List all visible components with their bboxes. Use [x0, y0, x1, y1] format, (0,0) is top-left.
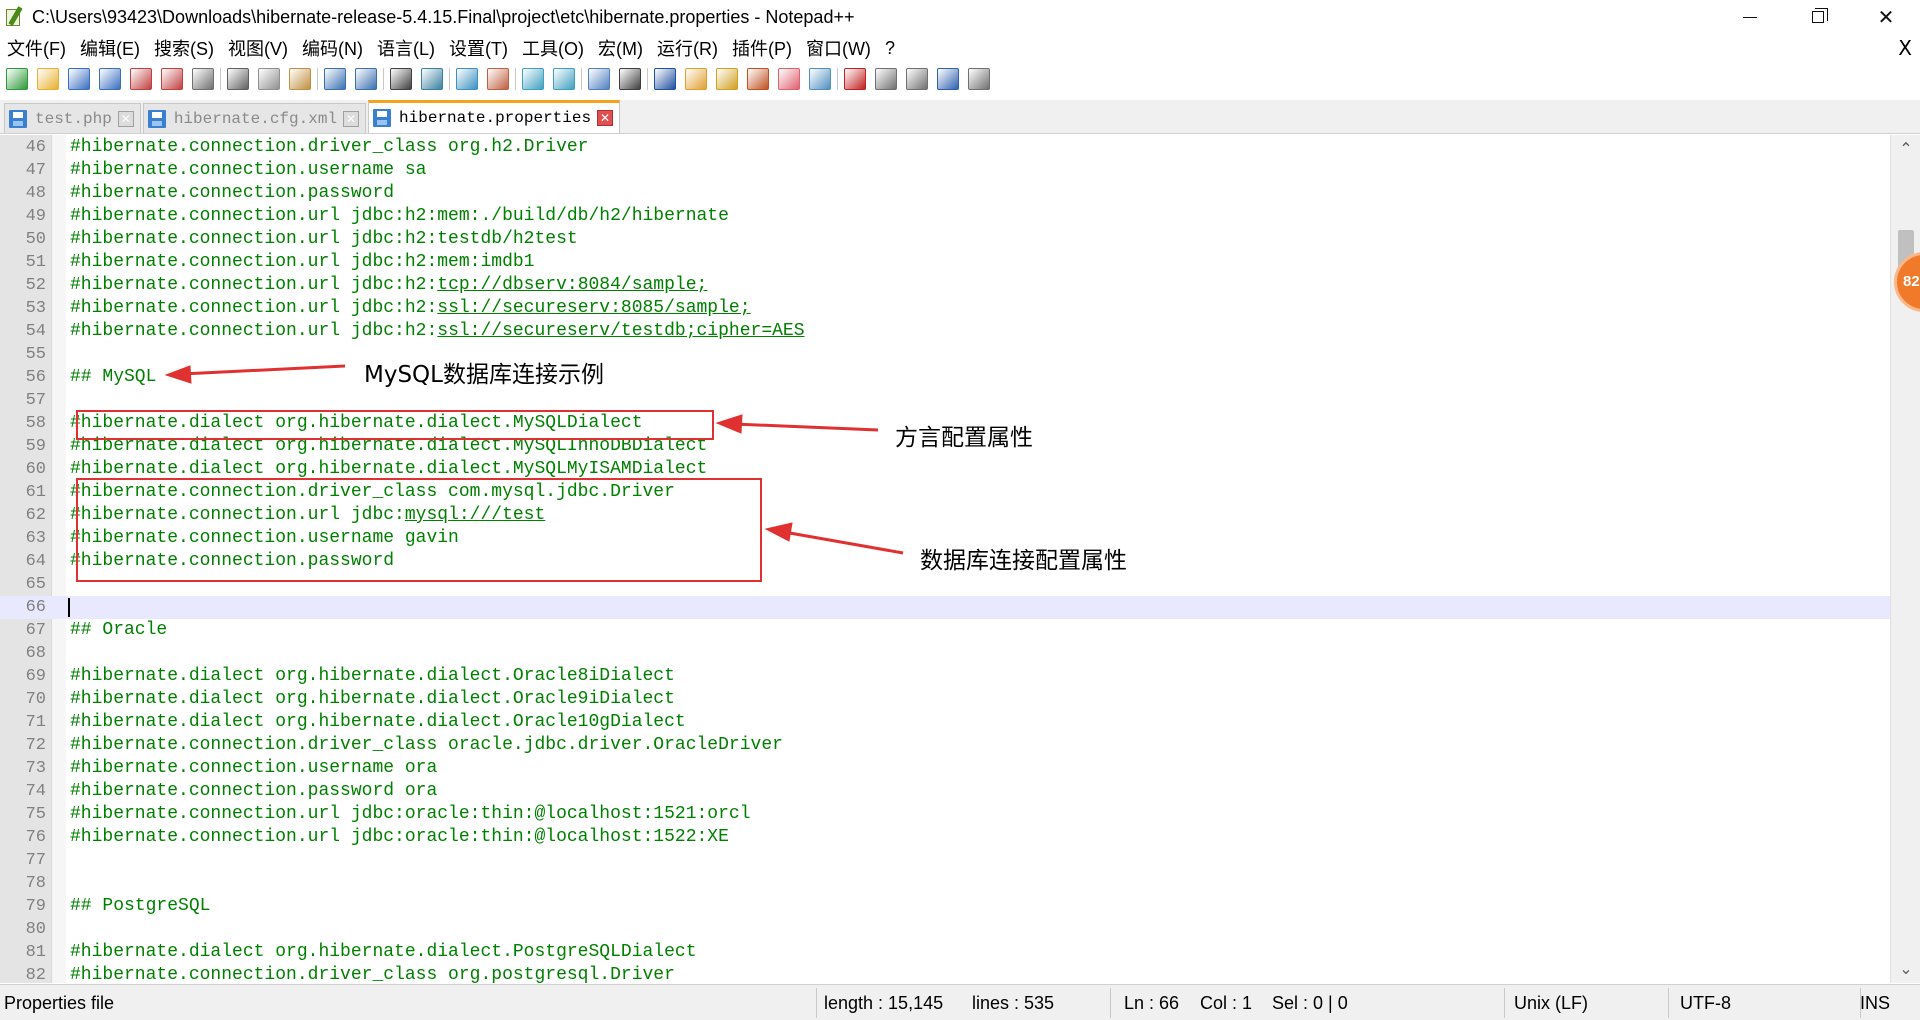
mysql-arrowhead [164, 365, 192, 384]
status-bar: Properties file length : 15,145 lines : … [0, 984, 1920, 1020]
mysql-annotation: MySQL数据库连接示例 [364, 362, 604, 388]
annotation-arrows [164, 364, 904, 555]
connection-arrow [783, 530, 904, 555]
status-insert-mode: INS [1860, 993, 1891, 1013]
status-file-type: Properties file [4, 993, 115, 1013]
dialect-annotation: 方言配置属性 [895, 425, 1033, 451]
status-lines: lines : 535 [972, 993, 1055, 1013]
mysql-arrow [181, 364, 346, 376]
dialect-arrowhead [715, 414, 743, 434]
status-length: length : 15,145 [824, 993, 944, 1013]
dialect-arrow [733, 422, 879, 432]
status-ln: Ln : 66 [1124, 993, 1180, 1013]
status-encoding: UTF-8 [1680, 993, 1731, 1013]
status-sel: Sel : 0 | 0 [1272, 993, 1348, 1013]
status-eol: Unix (LF) [1514, 993, 1589, 1013]
status-col: Col : 1 [1200, 993, 1253, 1013]
connection-annotation: 数据库连接配置属性 [920, 548, 1127, 574]
connection-arrowhead [764, 522, 793, 542]
